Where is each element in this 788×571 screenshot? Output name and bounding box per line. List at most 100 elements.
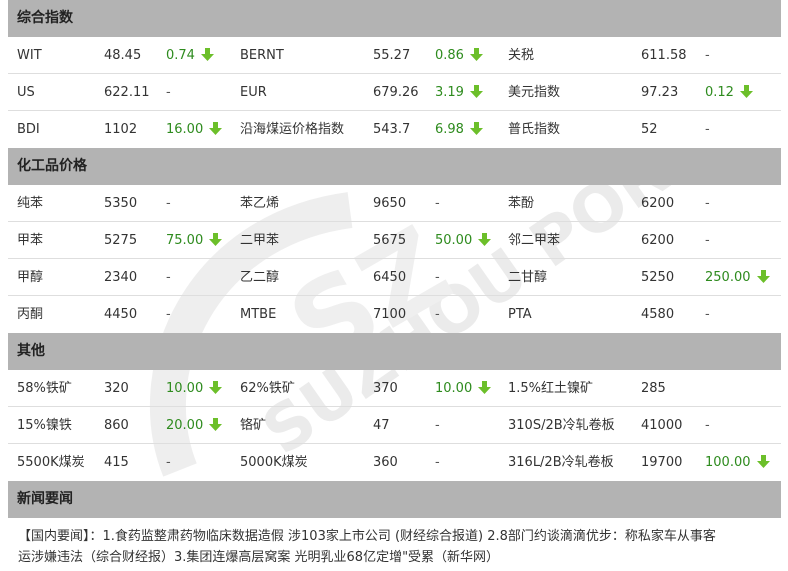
item-name[interactable]: 58%铁矿 — [17, 370, 72, 407]
item-change-text: 0.74 — [166, 48, 195, 63]
item-change-text: - — [705, 196, 710, 211]
item-value: 679.26 — [373, 85, 419, 100]
item-name[interactable]: 1.5%红土镍矿 — [508, 370, 593, 407]
down-arrow-icon — [739, 85, 753, 98]
item-name[interactable]: EUR — [240, 74, 267, 111]
item-value: 4450 — [104, 307, 138, 322]
item-name[interactable]: 5000K煤炭 — [240, 444, 308, 481]
item-change-text: 6.98 — [435, 122, 464, 137]
item-value: 48.45 — [104, 48, 142, 63]
table-row: 纯苯 5350 - 苯乙烯 9650 - 苯酚 6200 - — [8, 185, 781, 222]
item-change: - — [435, 185, 440, 222]
news-line-2[interactable]: 运涉嫌违法（综合财经报）3.集团连爆高层窝案 光明乳业68亿定增"受累（新华网） — [18, 547, 778, 568]
table-row: 5500K煤炭 415 - 5000K煤炭 360 - 316L/2B冷轧卷板 19700 10… — [8, 444, 781, 481]
item-change: 6.98 — [435, 111, 483, 148]
item-change: 0.12 — [705, 74, 753, 111]
item-name[interactable]: 邻二甲苯 — [508, 222, 560, 259]
item-value: 285 — [641, 381, 666, 396]
news-line-1[interactable]: 【国内要闻】：1.食药监整肃药物临床数据造假 涉103家上市公司 (财经综合报道… — [18, 526, 778, 547]
item-change-text: 0.86 — [435, 48, 464, 63]
item-name[interactable]: 沿海煤运价格指数 — [240, 111, 344, 148]
item-name[interactable]: WIT — [17, 37, 42, 74]
down-arrow-icon — [469, 122, 483, 135]
item-name[interactable]: 5500K煤炭 — [17, 444, 85, 481]
item-name[interactable]: 15%镍铁 — [17, 407, 72, 444]
down-arrow-icon — [200, 48, 214, 61]
market-table: 综合指数 WIT 48.45 0.74 BERNT 55.27 0.86 关税 611.58- U… — [8, 0, 781, 518]
item-change-text: - — [166, 307, 171, 322]
item-change-text: - — [435, 270, 440, 285]
item-change: 20.00 — [166, 407, 223, 444]
down-arrow-icon — [756, 270, 770, 283]
item-name[interactable]: PTA — [508, 296, 532, 333]
item-change-text: - — [166, 455, 171, 470]
item-value: 1102 — [104, 122, 138, 137]
item-value: 47 — [373, 418, 390, 433]
item-change: - — [166, 185, 171, 222]
item-change-text: - — [705, 307, 710, 322]
item-change: 100.00 — [705, 444, 770, 481]
item-value: 5250 — [641, 270, 675, 285]
item-change-text: 16.00 — [166, 122, 204, 137]
item-value: 52 — [641, 122, 658, 137]
item-name[interactable]: 甲醇 — [17, 259, 43, 296]
table-row: BDI 1102 16.00 沿海煤运价格指数 543.7 6.98 普氏指数 52 - — [8, 111, 781, 148]
down-arrow-icon — [209, 418, 223, 431]
item-change: - — [705, 222, 710, 259]
item-name[interactable]: 二甘醇 — [508, 259, 547, 296]
item-change-text: - — [435, 455, 440, 470]
news-section-header: 新闻要闻 — [8, 481, 781, 518]
item-value: 41000 — [641, 418, 683, 433]
item-name[interactable]: US — [17, 74, 35, 111]
item-name[interactable]: 甲苯 — [17, 222, 43, 259]
item-name[interactable]: 纯苯 — [17, 185, 43, 222]
item-name[interactable]: BERNT — [240, 37, 284, 74]
item-value: 360 — [373, 455, 398, 470]
item-value: 860 — [104, 418, 129, 433]
item-value: 5675 — [373, 233, 407, 248]
item-name[interactable]: 普氏指数 — [508, 111, 560, 148]
item-name[interactable]: 铬矿 — [240, 407, 266, 444]
item-value: 622.11 — [104, 85, 150, 100]
item-name[interactable]: MTBE — [240, 296, 276, 333]
item-name[interactable]: 苯酚 — [508, 185, 534, 222]
item-name[interactable]: 二甲苯 — [240, 222, 279, 259]
item-name[interactable]: 乙二醇 — [240, 259, 279, 296]
item-value: 9650 — [373, 196, 407, 211]
news-body: 【国内要闻】：1.食药监整肃药物临床数据造假 涉103家上市公司 (财经综合报道… — [18, 526, 778, 568]
item-value: 5275 — [104, 233, 138, 248]
item-value: 7100 — [373, 307, 407, 322]
item-value: 320 — [104, 381, 129, 396]
item-change: 75.00 — [166, 222, 223, 259]
item-change: 0.74 — [166, 37, 214, 74]
item-change: 10.00 — [435, 370, 492, 407]
item-name[interactable]: 苯乙烯 — [240, 185, 279, 222]
item-value: 4580 — [641, 307, 675, 322]
item-name[interactable]: 美元指数 — [508, 74, 560, 111]
item-change-text: 250.00 — [705, 270, 751, 285]
item-change: - — [166, 444, 171, 481]
item-change: 10.00 — [166, 370, 223, 407]
item-name[interactable]: BDI — [17, 111, 40, 148]
item-name[interactable]: 310S/2B冷轧卷板 — [508, 407, 615, 444]
item-change-text: 10.00 — [166, 381, 204, 396]
down-arrow-icon — [469, 85, 483, 98]
item-value: 19700 — [641, 455, 683, 470]
item-name[interactable]: 62%铁矿 — [240, 370, 295, 407]
down-arrow-icon — [209, 233, 223, 246]
item-change-text: 20.00 — [166, 418, 204, 433]
item-name[interactable]: 316L/2B冷轧卷板 — [508, 444, 614, 481]
item-change-text: - — [705, 233, 710, 248]
item-value: 6200 — [641, 233, 675, 248]
item-change: - — [705, 185, 710, 222]
item-change: - — [166, 259, 171, 296]
item-change: - — [435, 259, 440, 296]
item-change: - — [435, 407, 440, 444]
item-value: 97.23 — [641, 85, 679, 100]
item-change: 3.19 — [435, 74, 483, 111]
item-change: - — [166, 74, 171, 111]
item-change-text: 100.00 — [705, 455, 751, 470]
item-name[interactable]: 关税 — [508, 37, 534, 74]
item-name[interactable]: 丙酮 — [17, 296, 43, 333]
down-arrow-icon — [478, 381, 492, 394]
